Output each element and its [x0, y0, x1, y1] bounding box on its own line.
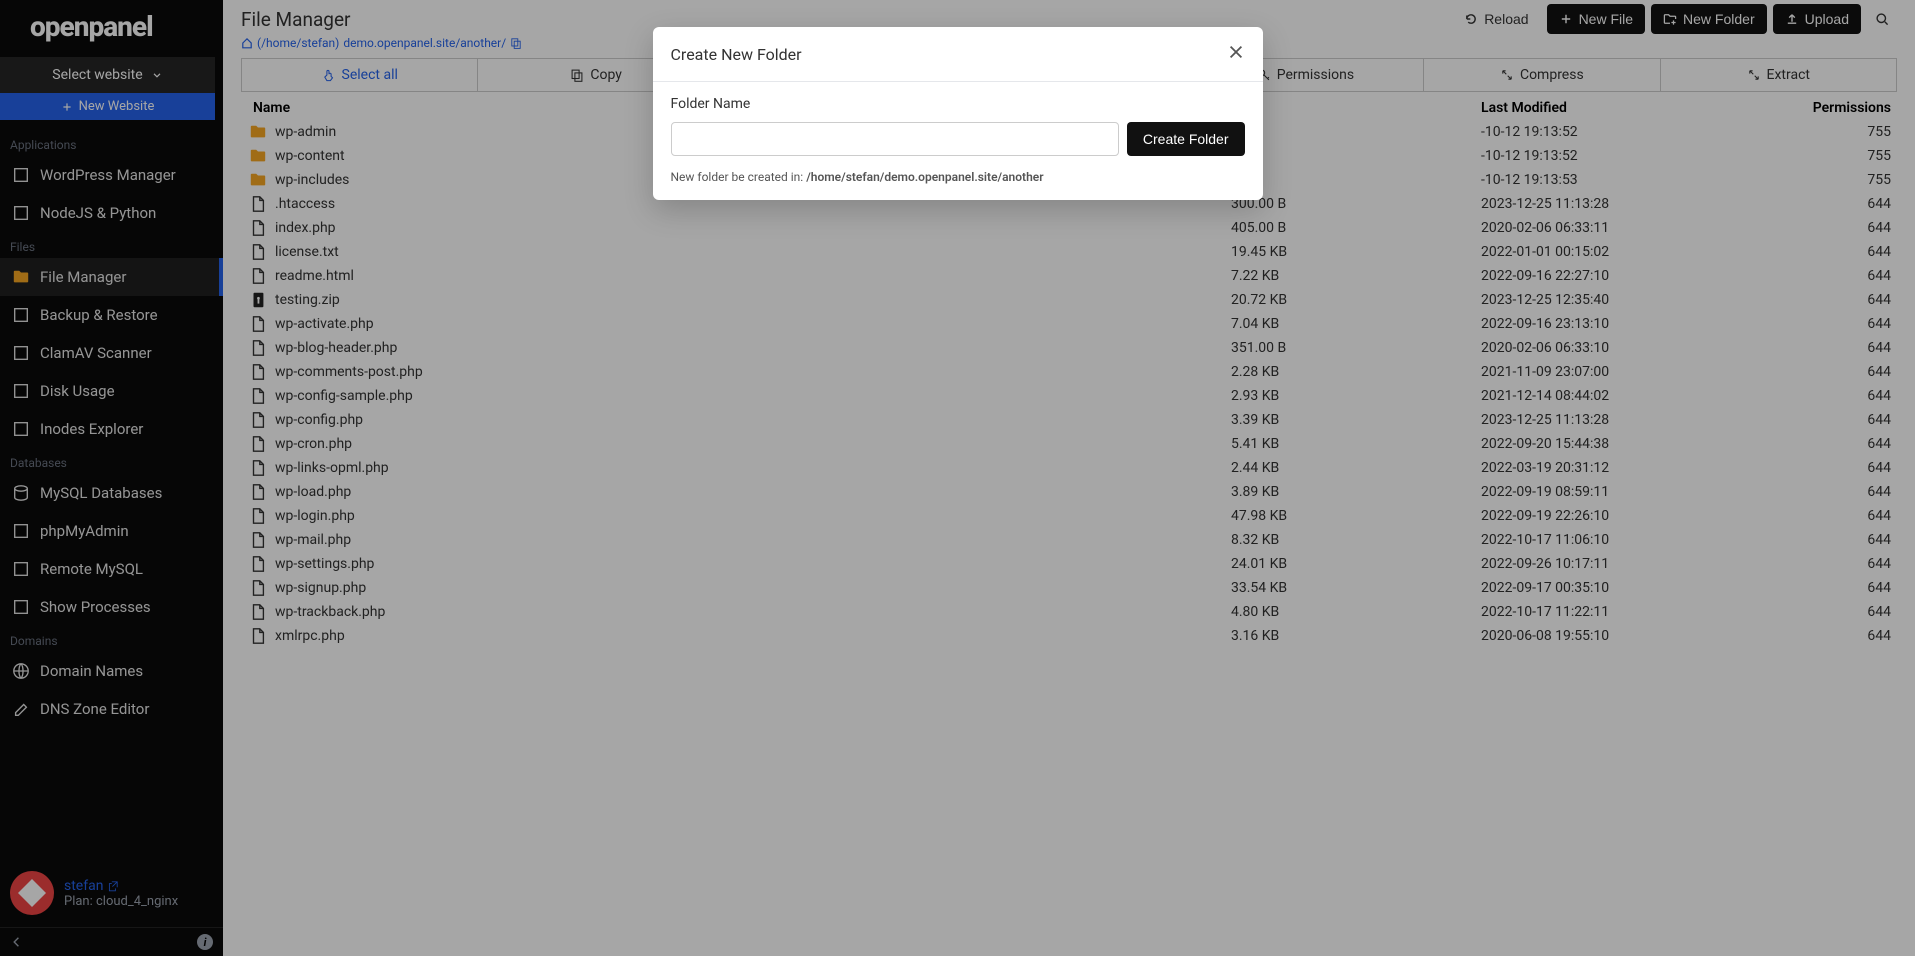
- modal-hint: New folder be created in: /home/stefan/d…: [671, 170, 1245, 184]
- modal-overlay[interactable]: Create New Folder Folder Name Create Fol…: [0, 0, 1915, 956]
- folder-name-input[interactable]: [671, 122, 1119, 156]
- close-icon: [1227, 43, 1245, 61]
- create-folder-submit[interactable]: Create Folder: [1127, 122, 1245, 156]
- modal-title: Create New Folder: [671, 45, 802, 64]
- folder-name-label: Folder Name: [671, 96, 1245, 112]
- modal-close-button[interactable]: [1227, 43, 1245, 65]
- create-folder-modal: Create New Folder Folder Name Create Fol…: [653, 27, 1263, 200]
